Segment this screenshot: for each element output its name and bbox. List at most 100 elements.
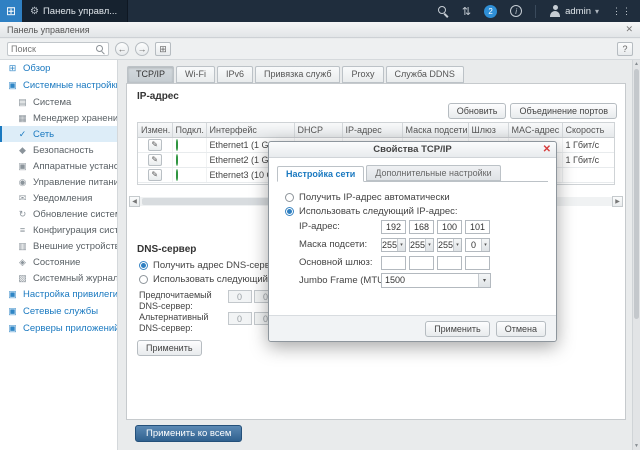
vertical-scrollbar[interactable]: ▲ ▼ xyxy=(632,60,640,450)
mask-label: Маска подсети: xyxy=(299,239,367,250)
section-icon: ▣ xyxy=(7,323,18,334)
dialog-titlebar[interactable]: Свойства TCP/IP ✕ xyxy=(269,142,556,158)
screen: ⊞ ⚙ Панель управл... ⇅ 2 i admin ▾ ⋮⋮ Па… xyxy=(0,0,640,450)
edit-icon[interactable]: ✎ xyxy=(148,139,162,151)
window-close-icon[interactable]: ✕ xyxy=(625,25,633,34)
tab-ddns[interactable]: Служба DDNS xyxy=(386,66,464,83)
gateway-seg3[interactable] xyxy=(437,256,462,270)
dns-section-title: DNS-сервер xyxy=(137,244,196,255)
sidebar-section-network-services[interactable]: ▣Сетевые службы xyxy=(0,303,117,320)
info-icon[interactable]: i xyxy=(510,5,522,17)
refresh-button[interactable]: Обновить xyxy=(448,103,507,119)
status-connected-icon xyxy=(176,169,178,181)
scroll-right-icon[interactable]: ▶ xyxy=(612,196,623,207)
sidebar-item-storage-manager[interactable]: ▦Менеджер хранения xyxy=(0,110,117,126)
radio-checked-icon[interactable] xyxy=(139,261,148,270)
dialog-apply-button[interactable]: Применить xyxy=(425,321,490,337)
radio-icon[interactable] xyxy=(285,193,294,202)
dns-primary-seg1[interactable]: 0 xyxy=(228,290,252,303)
topbar-divider xyxy=(535,5,536,18)
radio-icon[interactable] xyxy=(139,275,148,284)
gateway-seg4[interactable] xyxy=(465,256,490,270)
window-titlebar[interactable]: Панель управления ✕ xyxy=(0,22,640,38)
mtu-select[interactable]: 1500 ▾ xyxy=(381,273,491,288)
sidebar-section-privilege[interactable]: ▣Настройка привилегий xyxy=(0,286,117,303)
sidebar-item-hardware[interactable]: ▣Аппаратные установки xyxy=(0,158,117,174)
ip-seg2[interactable] xyxy=(409,220,434,234)
col-ip: IP-адрес xyxy=(342,123,402,137)
tab-service-binding[interactable]: Привязка служб xyxy=(255,66,340,83)
sidebar-item-overview[interactable]: ⊞ Обзор xyxy=(0,60,117,77)
sidebar-label: Серверы приложений xyxy=(23,323,118,334)
sidebar-item-power[interactable]: ◉Управление питанием xyxy=(0,174,117,190)
dns-secondary-seg1[interactable]: 0 xyxy=(228,312,252,325)
dialog-close-icon[interactable]: ✕ xyxy=(543,143,551,156)
ip-seg3[interactable] xyxy=(437,220,462,234)
sidebar-item-system-logs[interactable]: ▧Системный журнал xyxy=(0,270,117,286)
edit-icon[interactable]: ✎ xyxy=(148,169,162,181)
ip-seg4[interactable] xyxy=(465,220,490,234)
search-icon[interactable] xyxy=(437,5,449,17)
scroll-left-icon[interactable]: ◀ xyxy=(129,196,140,207)
more-menu-icon[interactable]: ⋮⋮ xyxy=(612,6,632,17)
dialog-tab-advanced[interactable]: Дополнительные настройки xyxy=(366,165,500,181)
tab-ipv6[interactable]: IPv6 xyxy=(217,66,253,83)
background-tasks-icon[interactable]: ⇅ xyxy=(462,5,471,18)
apply-to-all-button[interactable]: Применить ко всем xyxy=(135,425,242,442)
sidebar-label: Внешние устройства xyxy=(33,241,117,252)
qts-logo[interactable]: ⊞ xyxy=(0,0,22,22)
mask-seg2[interactable]: 255▾ xyxy=(409,238,434,252)
mask-seg4[interactable]: 0▾ xyxy=(465,238,490,252)
ip-seg1[interactable] xyxy=(381,220,406,234)
sidebar-item-system[interactable]: ▤Система xyxy=(0,94,117,110)
ip-manual-option[interactable]: Использовать следующий IP-адрес: xyxy=(285,206,458,217)
port-trunking-button[interactable]: Объединение портов xyxy=(510,103,617,119)
taskbar-tab-control-panel[interactable]: ⚙ Панель управл... xyxy=(22,0,128,22)
sidebar-section-app-servers[interactable]: ▣ Серверы приложений xyxy=(0,320,117,337)
sidebar-item-backup-restore[interactable]: ≡Конфигурация системы xyxy=(0,222,117,238)
sidebar-label: Конфигурация системы xyxy=(33,225,117,236)
col-connected: Подкл. xyxy=(172,123,206,137)
vscroll-thumb[interactable] xyxy=(634,69,639,319)
dialog-tab-network[interactable]: Настройка сети xyxy=(277,166,364,182)
back-button[interactable]: ← xyxy=(115,42,129,56)
chevron-down-icon: ▾ xyxy=(481,239,489,251)
grid-view-button[interactable]: ⊞ xyxy=(155,42,171,56)
radio-checked-icon[interactable] xyxy=(285,207,294,216)
sidebar-section-system-settings[interactable]: ▣ Системные настройки xyxy=(0,77,117,94)
dns-apply-button[interactable]: Применить xyxy=(137,340,202,356)
search-input[interactable] xyxy=(11,44,95,54)
table-header-row: Измен. Подкл. Интерфейс DHCP IP-адрес Ма… xyxy=(138,123,615,137)
hardware-icon: ▣ xyxy=(17,161,28,172)
scroll-up-icon[interactable]: ▲ xyxy=(633,61,640,67)
help-button[interactable]: ? xyxy=(617,42,633,56)
ip-auto-option[interactable]: Получить IP-адрес автоматически xyxy=(285,192,450,203)
tab-wifi[interactable]: Wi-Fi xyxy=(176,66,215,83)
gateway-seg1[interactable] xyxy=(381,256,406,270)
forward-button[interactable]: → xyxy=(135,42,149,56)
sidebar-label: Настройка привилегий xyxy=(23,289,118,300)
notifications-badge[interactable]: 2 xyxy=(484,5,497,18)
scroll-down-icon[interactable]: ▼ xyxy=(633,443,640,449)
sidebar-item-external-devices[interactable]: ▥Внешние устройства xyxy=(0,238,117,254)
sidebar-item-system-status[interactable]: ◈Состояние xyxy=(0,254,117,270)
col-speed: Скорость xyxy=(562,123,615,137)
chevron-down-icon: ▾ xyxy=(478,274,490,287)
sidebar-item-security[interactable]: ◆Безопасность xyxy=(0,142,117,158)
mtu-value: 1500 xyxy=(382,274,478,287)
sidebar-label: Обновление системы xyxy=(33,209,117,220)
dialog-cancel-button[interactable]: Отмена xyxy=(496,321,546,337)
mask-seg1[interactable]: 255▾ xyxy=(381,238,406,252)
user-menu[interactable]: admin ▾ xyxy=(549,5,599,17)
sidebar-item-notifications[interactable]: ✉Уведомления xyxy=(0,190,117,206)
tab-tcpip[interactable]: TCP/IP xyxy=(127,66,174,83)
tab-proxy[interactable]: Proxy xyxy=(342,66,383,83)
sidebar-item-firmware-update[interactable]: ↻Обновление системы xyxy=(0,206,117,222)
gateway-seg2[interactable] xyxy=(409,256,434,270)
mask-seg3[interactable]: 255▾ xyxy=(437,238,462,252)
network-check-icon: ✓ xyxy=(17,129,28,140)
chevron-down-icon: ▾ xyxy=(595,7,599,16)
edit-icon[interactable]: ✎ xyxy=(148,154,162,166)
sidebar-item-network[interactable]: ✓Сеть xyxy=(0,126,117,142)
storage-icon: ▦ xyxy=(17,113,28,124)
